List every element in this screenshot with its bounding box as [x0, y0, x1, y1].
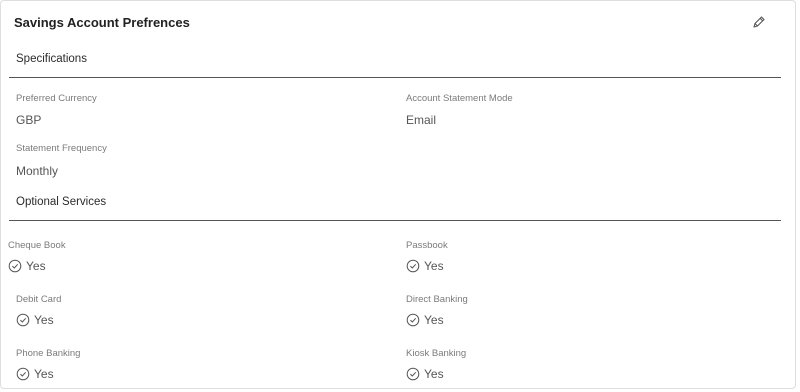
cheque-book-label: Cheque Book [8, 240, 66, 251]
debit-card-label: Debit Card [16, 294, 62, 305]
debit-card-status: Yes [16, 313, 54, 327]
check-circle-icon [16, 313, 30, 327]
specifications-heading: Specifications [16, 53, 87, 65]
kiosk-banking-label: Kiosk Banking [406, 348, 467, 359]
direct-banking-status: Yes [406, 313, 444, 327]
check-circle-icon [16, 367, 30, 381]
debit-card-value: Yes [34, 313, 54, 327]
check-circle-icon [8, 259, 22, 273]
cheque-book-status: Yes [8, 259, 46, 273]
kiosk-banking-value: Yes [424, 367, 444, 381]
direct-banking-value: Yes [424, 313, 444, 327]
specifications-divider [9, 77, 781, 78]
passbook-status: Yes [406, 259, 444, 273]
pencil-icon [753, 16, 765, 28]
phone-banking-status: Yes [16, 367, 54, 381]
check-circle-icon [406, 259, 420, 273]
card-title: Savings Account Prefrences [14, 15, 190, 30]
preferred-currency-label: Preferred Currency [16, 93, 97, 104]
direct-banking-label: Direct Banking [406, 294, 468, 305]
optional-services-heading: Optional Services [16, 196, 107, 208]
check-circle-icon [406, 367, 420, 381]
edit-button[interactable] [750, 13, 768, 31]
phone-banking-label: Phone Banking [16, 348, 81, 359]
passbook-value: Yes [424, 259, 444, 273]
account-statement-mode-value: Email [406, 113, 437, 127]
optional-services-divider [9, 220, 781, 221]
account-statement-mode-label: Account Statement Mode [406, 93, 513, 104]
savings-preferences-card: Savings Account Prefrences Specification… [0, 0, 796, 389]
cheque-book-value: Yes [26, 259, 46, 273]
phone-banking-value: Yes [34, 367, 54, 381]
statement-frequency-value: Monthly [16, 164, 59, 178]
check-circle-icon [406, 313, 420, 327]
kiosk-banking-status: Yes [406, 367, 444, 381]
statement-frequency-label: Statement Frequency [16, 143, 107, 154]
passbook-label: Passbook [406, 240, 448, 251]
preferred-currency-value: GBP [16, 113, 42, 127]
